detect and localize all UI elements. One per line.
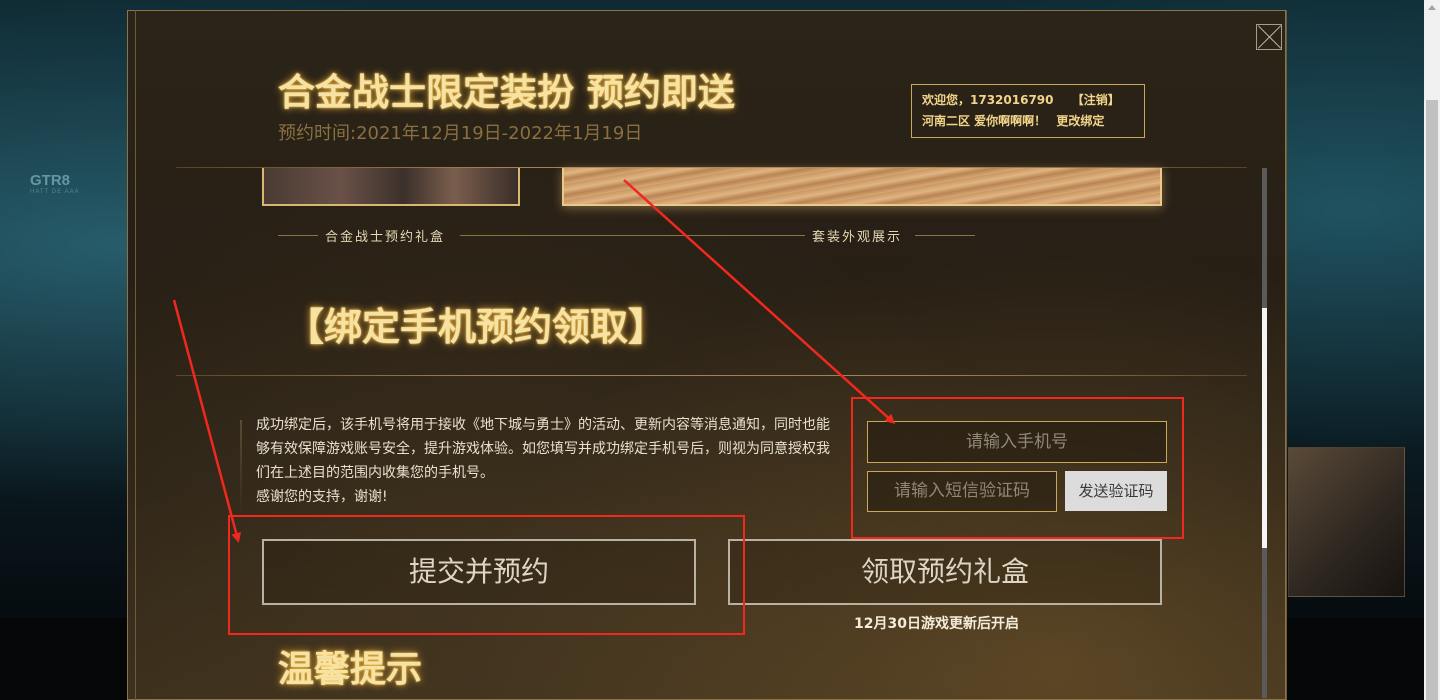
- caption-line: [460, 235, 805, 236]
- user-server-row: 河南二区 爱你啊啊啊！ 更改绑定: [922, 112, 1144, 133]
- logout-link[interactable]: 【注销】: [1072, 93, 1120, 107]
- claim-gift-button[interactable]: 领取预约礼盒: [728, 539, 1162, 605]
- gift-box-image: [262, 168, 520, 206]
- user-welcome-row: 欢迎您，1732016790 【注销】: [922, 91, 1144, 112]
- change-bind-link[interactable]: 更改绑定: [1056, 114, 1104, 128]
- bind-phone-title: 【绑定手机预约领取】: [286, 305, 667, 349]
- server-info-text: 河南二区 爱你啊啊啊！: [922, 114, 1047, 128]
- bind-description: 成功绑定后，该手机号将用于接收《地下城与勇士》的活动、更新内容等消息通知，同时也…: [256, 413, 836, 509]
- background-character-image: [1288, 447, 1405, 597]
- background-logo-text: GTR8 HATT DE AAA: [30, 172, 79, 195]
- outfit-preview-caption: 套装外观展示: [812, 230, 903, 245]
- description-accent-bar: [240, 420, 242, 512]
- claim-note: 12月30日游戏更新后开启: [854, 616, 1019, 632]
- chevron-up-icon[interactable]: [1428, 5, 1436, 10]
- modal-title: 合金战士限定装扮 预约即送: [278, 71, 735, 114]
- reservation-period: 预约时间:2021年12月19日-2022年1月19日: [278, 123, 643, 144]
- outfit-preview-image: [562, 168, 1162, 206]
- divider-middle: [176, 375, 1247, 376]
- caption-line: [278, 235, 318, 236]
- thanks-text: 感谢您的支持，谢谢!: [256, 489, 388, 505]
- page-scrollbar-thumb[interactable]: [1426, 100, 1438, 700]
- annotation-box-form: [851, 397, 1184, 539]
- background-logo-sublabel: HATT DE AAA: [30, 189, 80, 195]
- background-logo-label: GTR8: [30, 172, 71, 189]
- close-icon[interactable]: [1256, 24, 1282, 50]
- user-info-box: 欢迎您，1732016790 【注销】 河南二区 爱你啊啊啊！ 更改绑定: [911, 84, 1145, 138]
- caption-line: [915, 235, 975, 236]
- gift-box-caption: 合金战士预约礼盒: [325, 230, 446, 245]
- tips-title: 温馨提示: [278, 649, 423, 690]
- modal-scrollbar-thumb[interactable]: [1262, 308, 1267, 548]
- user-welcome-text: 欢迎您，1732016790: [922, 93, 1054, 107]
- annotation-box-submit: [228, 515, 745, 635]
- bind-description-text: 成功绑定后，该手机号将用于接收《地下城与勇士》的活动、更新内容等消息通知，同时也…: [256, 417, 830, 481]
